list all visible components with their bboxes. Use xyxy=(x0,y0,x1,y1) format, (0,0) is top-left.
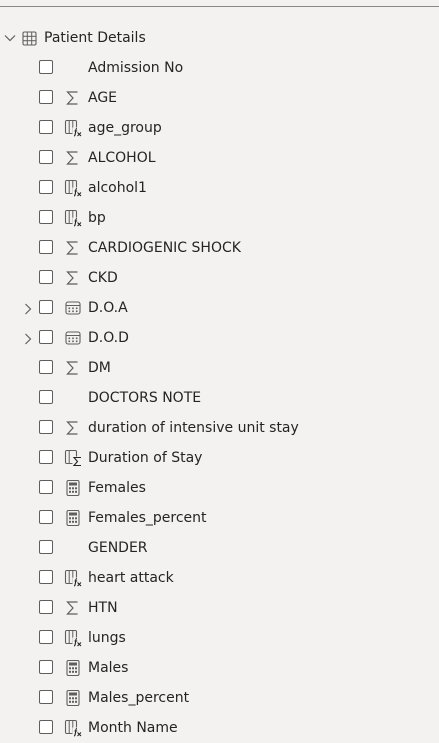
table-icon xyxy=(22,31,37,46)
chevron-down-icon[interactable] xyxy=(3,31,17,45)
field-label: D.O.A xyxy=(88,300,128,316)
calculator-icon xyxy=(64,689,82,707)
table-name: Patient Details xyxy=(44,30,146,46)
field-list: Admission No AGE age_group ALCOHOL alcohol1 b… xyxy=(0,53,439,743)
field-label: CKD xyxy=(88,270,118,286)
sigma-icon xyxy=(64,419,82,437)
field-row-alcohol[interactable]: ALCOHOL xyxy=(0,143,439,173)
sigma-icon xyxy=(64,269,82,287)
field-label: age_group xyxy=(88,120,162,136)
calculated-column-icon xyxy=(64,569,82,587)
field-checkbox[interactable] xyxy=(39,390,53,404)
calculated-column-icon xyxy=(64,179,82,197)
field-label: Admission No xyxy=(88,60,184,76)
field-row-females[interactable]: Females xyxy=(0,473,439,503)
field-checkbox[interactable] xyxy=(39,120,53,134)
fields-tree: Patient Details Admission No AGE age_group… xyxy=(0,23,439,743)
calculated-column-icon xyxy=(64,119,82,137)
field-checkbox[interactable] xyxy=(39,570,53,584)
field-label: Females xyxy=(88,480,146,496)
field-checkbox[interactable] xyxy=(39,210,53,224)
field-row-d-o-d[interactable]: D.O.D xyxy=(0,323,439,353)
field-label: Females_percent xyxy=(88,510,207,526)
field-row-heart-attack[interactable]: heart attack xyxy=(0,563,439,593)
sigma-icon xyxy=(64,149,82,167)
field-row-admission-no[interactable]: Admission No xyxy=(0,53,439,83)
field-row-doctors-note[interactable]: DOCTORS NOTE xyxy=(0,383,439,413)
field-checkbox[interactable] xyxy=(39,480,53,494)
table-header-patient-details[interactable]: Patient Details xyxy=(0,23,439,53)
field-label: Month Name xyxy=(88,720,178,736)
sigma-icon xyxy=(64,359,82,377)
field-checkbox[interactable] xyxy=(39,300,53,314)
field-row-d-o-a[interactable]: D.O.A xyxy=(0,293,439,323)
field-row-alcohol1[interactable]: alcohol1 xyxy=(0,173,439,203)
field-row-month-name[interactable]: Month Name xyxy=(0,713,439,743)
field-checkbox[interactable] xyxy=(39,360,53,374)
field-label: ALCOHOL xyxy=(88,150,156,166)
field-row-htn[interactable]: HTN xyxy=(0,593,439,623)
sigma-icon xyxy=(64,89,82,107)
field-row-cardiogenic-shock[interactable]: CARDIOGENIC SHOCK xyxy=(0,233,439,263)
sigma-icon xyxy=(64,239,82,257)
field-row-duration-of-intensive-unit-stay[interactable]: duration of intensive unit stay xyxy=(0,413,439,443)
field-label: Males xyxy=(88,660,129,676)
field-checkbox[interactable] xyxy=(39,540,53,554)
field-label: AGE xyxy=(88,90,118,106)
field-checkbox[interactable] xyxy=(39,630,53,644)
field-checkbox[interactable] xyxy=(39,720,53,734)
field-row-females-percent[interactable]: Females_percent xyxy=(0,503,439,533)
field-row-lungs[interactable]: lungs xyxy=(0,623,439,653)
field-checkbox[interactable] xyxy=(39,420,53,434)
field-label: Duration of Stay xyxy=(88,450,203,466)
field-checkbox[interactable] xyxy=(39,600,53,614)
field-checkbox[interactable] xyxy=(39,510,53,524)
field-checkbox[interactable] xyxy=(39,90,53,104)
calculated-column-icon xyxy=(64,209,82,227)
field-label: DOCTORS NOTE xyxy=(88,390,202,406)
field-row-age-group[interactable]: age_group xyxy=(0,113,439,143)
field-label: alcohol1 xyxy=(88,180,147,196)
field-row-ckd[interactable]: CKD xyxy=(0,263,439,293)
calculator-icon xyxy=(64,659,82,677)
field-row-duration-of-stay[interactable]: Duration of Stay xyxy=(0,443,439,473)
field-row-dm[interactable]: DM xyxy=(0,353,439,383)
top-divider xyxy=(0,6,439,7)
calculated-column-icon xyxy=(64,719,82,737)
field-label: HTN xyxy=(88,600,118,616)
field-label: lungs xyxy=(88,630,126,646)
field-row-age[interactable]: AGE xyxy=(0,83,439,113)
field-label: D.O.D xyxy=(88,330,129,346)
calendar-icon xyxy=(64,299,82,317)
chevron-right-icon[interactable] xyxy=(21,301,35,315)
field-row-males-percent[interactable]: Males_percent xyxy=(0,683,439,713)
sigma-icon xyxy=(64,599,82,617)
calculated-column-icon xyxy=(64,629,82,647)
field-row-gender[interactable]: GENDER xyxy=(0,533,439,563)
field-checkbox[interactable] xyxy=(39,60,53,74)
field-row-bp[interactable]: bp xyxy=(0,203,439,233)
field-label: GENDER xyxy=(88,540,148,556)
field-checkbox[interactable] xyxy=(39,240,53,254)
calculator-icon xyxy=(64,479,82,497)
field-checkbox[interactable] xyxy=(39,450,53,464)
field-label: CARDIOGENIC SHOCK xyxy=(88,240,241,256)
field-row-males[interactable]: Males xyxy=(0,653,439,683)
calculated-sigma-icon xyxy=(64,449,82,467)
field-checkbox[interactable] xyxy=(39,660,53,674)
field-checkbox[interactable] xyxy=(39,180,53,194)
field-label: heart attack xyxy=(88,570,174,586)
field-label: duration of intensive unit stay xyxy=(88,420,299,436)
field-checkbox[interactable] xyxy=(39,690,53,704)
field-checkbox[interactable] xyxy=(39,150,53,164)
field-label: bp xyxy=(88,210,106,226)
field-label: DM xyxy=(88,360,111,376)
calendar-icon xyxy=(64,329,82,347)
field-checkbox[interactable] xyxy=(39,330,53,344)
field-label: Males_percent xyxy=(88,690,190,706)
chevron-right-icon[interactable] xyxy=(21,331,35,345)
calculator-icon xyxy=(64,509,82,527)
field-checkbox[interactable] xyxy=(39,270,53,284)
